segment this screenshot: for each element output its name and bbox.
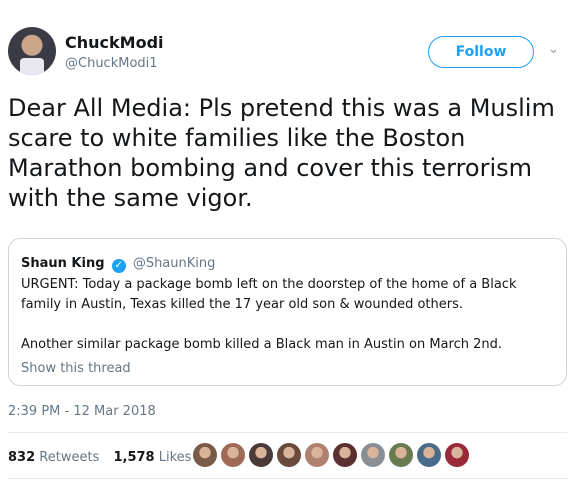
likes-count: 1,578 — [113, 450, 155, 465]
liker-avatar[interactable] — [193, 443, 217, 467]
retweets-label: Retweets — [39, 450, 100, 465]
tweet-text: Dear All Media: Pls pretend this was a M… — [8, 94, 555, 212]
quoted-author-name: Shaun King — [21, 256, 105, 271]
author-name[interactable]: ChuckModi — [65, 33, 164, 52]
liker-avatar[interactable] — [277, 443, 301, 467]
author-avatar[interactable] — [8, 27, 56, 75]
quoted-tweet[interactable]: Shaun King ✓ @ShaunKing URGENT: Today a … — [8, 238, 567, 386]
author-handle[interactable]: @ChuckModi1 — [65, 56, 158, 71]
liker-avatar[interactable] — [333, 443, 357, 467]
quoted-author-handle: @ShaunKing — [132, 256, 216, 271]
liker-avatar[interactable] — [305, 443, 329, 467]
liker-avatar[interactable] — [417, 443, 441, 467]
liker-avatar[interactable] — [445, 443, 469, 467]
liker-avatar[interactable] — [361, 443, 385, 467]
quoted-paragraph-1: URGENT: Today a package bomb left on the… — [21, 277, 517, 312]
likes-label: Likes — [158, 450, 192, 465]
follow-button[interactable]: Follow — [428, 36, 534, 68]
retweets-count: 832 — [8, 450, 36, 465]
likes-stat[interactable]: 1,578 Likes — [113, 450, 191, 465]
liker-avatar[interactable] — [389, 443, 413, 467]
tweet-timestamp[interactable]: 2:39 PM - 12 Mar 2018 — [8, 404, 156, 419]
chevron-down-icon[interactable]: ⌄ — [548, 42, 559, 57]
liker-avatar[interactable] — [249, 443, 273, 467]
divider — [8, 478, 567, 479]
liker-avatar[interactable] — [221, 443, 245, 467]
divider — [8, 432, 567, 433]
tweet-stats: 832 Retweets 1,578 Likes — [8, 450, 191, 465]
show-thread-link[interactable]: Show this thread — [21, 361, 556, 376]
verified-badge-icon: ✓ — [111, 259, 126, 273]
quoted-tweet-text: URGENT: Today a package bomb left on the… — [21, 275, 556, 355]
liker-avatars — [193, 443, 469, 467]
retweets-stat[interactable]: 832 Retweets — [8, 450, 99, 465]
quoted-tweet-header: Shaun King ✓ @ShaunKing — [21, 255, 556, 273]
quoted-paragraph-2: Another similar package bomb killed a Bl… — [21, 337, 502, 352]
